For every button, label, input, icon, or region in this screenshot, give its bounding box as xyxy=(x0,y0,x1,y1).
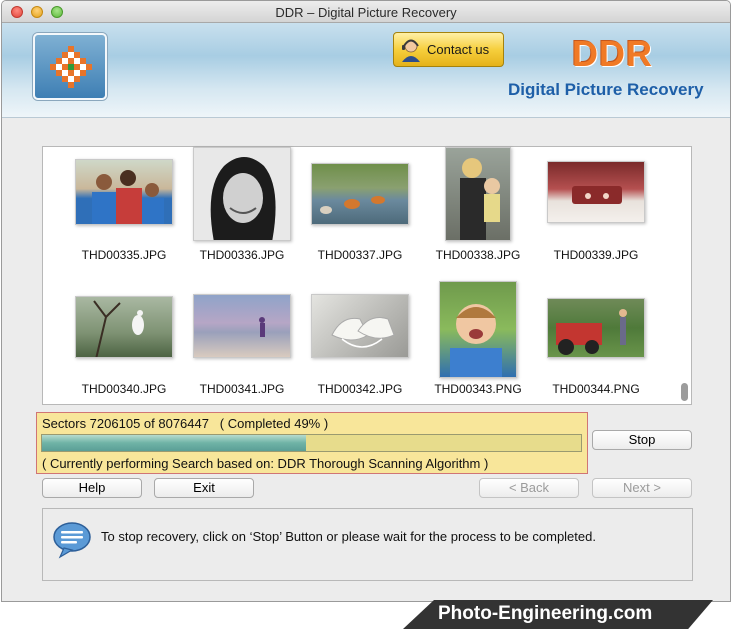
info-message-text: To stop recovery, click on ‘Stop’ Button… xyxy=(101,529,596,544)
thumbnail-image xyxy=(439,281,517,378)
gallery-item[interactable]: THD00342.JPG xyxy=(301,281,419,401)
gallery-item[interactable]: THD00343.PNG xyxy=(419,281,537,401)
checker-logo-icon xyxy=(50,46,92,88)
exit-button[interactable]: Exit xyxy=(154,478,254,498)
app-header: Contact us DDR Digital Picture Recovery xyxy=(2,23,730,118)
gallery-item[interactable]: THD00340.JPG xyxy=(65,281,183,401)
gallery-item[interactable]: THD00338.JPG xyxy=(419,147,537,267)
recovery-progress-panel: Sectors 7206105 of 8076447 ( Completed 4… xyxy=(36,412,588,474)
app-window: DDR – Digital Picture Recovery Contact u… xyxy=(1,0,731,602)
app-logo xyxy=(33,33,107,100)
thumbnail-image xyxy=(311,294,409,358)
gallery-item[interactable]: THD00339.JPG xyxy=(537,147,655,267)
thumbnail-image xyxy=(75,159,173,225)
help-button[interactable]: Help xyxy=(42,478,142,498)
thumbnail-filename: THD00338.JPG xyxy=(435,248,521,262)
thumbnail-filename: THD00341.JPG xyxy=(199,382,285,396)
stop-button[interactable]: Stop xyxy=(592,430,692,450)
gallery-item[interactable]: THD00336.JPG xyxy=(183,147,301,267)
gallery-item[interactable]: THD00335.JPG xyxy=(65,147,183,267)
thumbnail-image xyxy=(311,163,409,225)
brand-subtitle: Digital Picture Recovery xyxy=(508,80,704,99)
contact-us-button[interactable]: Contact us xyxy=(393,32,504,67)
thumbnail-image xyxy=(193,294,291,358)
footer-site-text: Photo-Engineering.com xyxy=(438,603,653,624)
scan-status-text: ( Currently performing Search based on: … xyxy=(42,456,489,471)
support-person-icon xyxy=(402,39,420,62)
brand-name: DDR xyxy=(572,33,653,74)
window-title: DDR – Digital Picture Recovery xyxy=(275,5,457,20)
thumbnail-image xyxy=(75,296,173,358)
thumbnail-image xyxy=(193,147,291,241)
thumbnail-image xyxy=(547,161,645,223)
title-bar: DDR – Digital Picture Recovery xyxy=(2,1,730,23)
progress-bar-fill xyxy=(42,435,307,451)
gallery-item[interactable]: THD00344.PNG xyxy=(537,281,655,401)
thumbnail-filename: THD00344.PNG xyxy=(552,382,640,396)
next-button[interactable]: Next > xyxy=(592,478,692,498)
sectors-progress-text: Sectors 7206105 of 8076447 ( Completed 4… xyxy=(42,416,329,431)
thumbnail-filename: THD00336.JPG xyxy=(199,248,285,262)
back-button[interactable]: < Back xyxy=(479,478,579,498)
speech-bubble-icon xyxy=(53,522,91,559)
thumbnail-filename: THD00343.PNG xyxy=(434,382,522,396)
thumbnail-filename: THD00340.JPG xyxy=(81,382,167,396)
thumbnail-image xyxy=(445,147,511,241)
gallery-item[interactable]: THD00341.JPG xyxy=(183,281,301,401)
thumbnail-filename: THD00337.JPG xyxy=(317,248,403,262)
contact-us-label: Contact us xyxy=(427,42,490,57)
progress-bar xyxy=(41,434,582,452)
recovered-images-gallery[interactable]: THD00335.JPG THD00336.JPG THD00337.JPG T… xyxy=(42,146,692,405)
gallery-item[interactable]: THD00337.JPG xyxy=(301,147,419,267)
info-message-panel: To stop recovery, click on ‘Stop’ Button… xyxy=(42,508,693,581)
thumbnail-filename: THD00339.JPG xyxy=(553,248,639,262)
thumbnail-filename: THD00342.JPG xyxy=(317,382,403,396)
thumbnail-filename: THD00335.JPG xyxy=(81,248,167,262)
thumbnail-image xyxy=(547,298,645,358)
gallery-scrollbar[interactable] xyxy=(681,383,688,401)
